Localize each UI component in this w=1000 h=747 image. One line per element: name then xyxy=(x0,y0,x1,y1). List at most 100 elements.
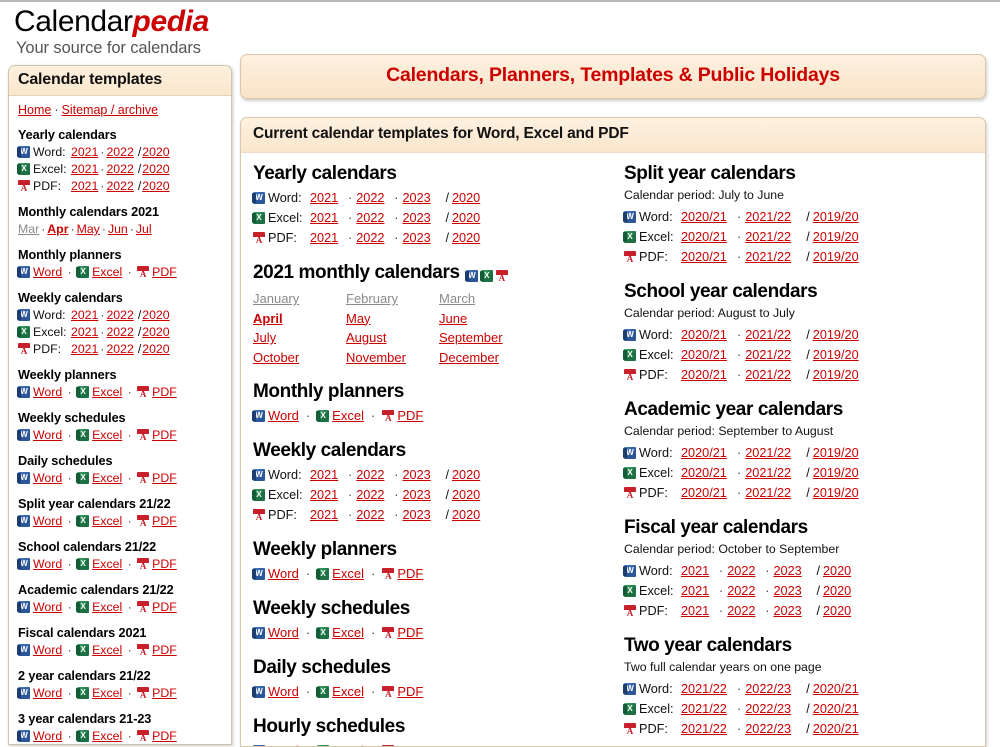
year-link[interactable]: 2021/22 xyxy=(745,345,797,365)
year-link[interactable]: 2023 xyxy=(773,581,807,601)
year-link[interactable]: 2021 xyxy=(681,581,715,601)
year-link[interactable]: 2021 xyxy=(71,145,98,159)
format-link-pdf[interactable]: PDF xyxy=(397,566,423,581)
year-link[interactable]: 2022 xyxy=(106,145,133,159)
year-link[interactable]: 2020/21 xyxy=(681,443,733,463)
year-link[interactable]: 2021/22 xyxy=(745,325,797,345)
year-link[interactable]: 2021/22 xyxy=(745,483,797,503)
year-link[interactable]: 2021 xyxy=(71,325,98,339)
year-link[interactable]: 2021 xyxy=(310,505,344,525)
year-link[interactable]: 2023 xyxy=(402,208,436,228)
month-link[interactable]: May xyxy=(77,222,100,236)
format-link-excel[interactable]: Excel xyxy=(92,428,122,442)
nav-link-home[interactable]: Home xyxy=(18,103,51,117)
year-link-alt[interactable]: 2020 xyxy=(452,468,480,482)
year-link[interactable]: 2022 xyxy=(106,325,133,339)
month-link[interactable]: January xyxy=(253,291,299,306)
format-link-pdf[interactable]: PDF xyxy=(152,557,177,571)
year-link[interactable]: 2021 xyxy=(71,308,98,322)
year-link[interactable]: 2021/22 xyxy=(745,247,797,267)
year-link-alt[interactable]: 2019/20 xyxy=(813,250,859,264)
year-link[interactable]: 2020/21 xyxy=(681,345,733,365)
month-link[interactable]: March xyxy=(439,291,475,306)
format-link-pdf[interactable]: PDF xyxy=(152,428,177,442)
year-link[interactable]: 2022/23 xyxy=(745,699,797,719)
year-link[interactable]: 2020/21 xyxy=(681,325,733,345)
format-link-pdf[interactable]: PDF xyxy=(152,643,177,657)
year-link[interactable]: 2022 xyxy=(727,601,761,621)
format-link-pdf[interactable]: PDF xyxy=(152,600,177,614)
year-link-alt[interactable]: 2020 xyxy=(823,564,851,578)
format-link-word[interactable]: Word xyxy=(268,684,299,699)
format-link-word[interactable]: Word xyxy=(268,743,299,746)
format-link-excel[interactable]: Excel xyxy=(332,625,364,640)
year-link-alt[interactable]: 2019/20 xyxy=(813,210,859,224)
format-link-word[interactable]: Word xyxy=(33,729,62,743)
year-link[interactable]: 2020/21 xyxy=(681,365,733,385)
format-link-pdf[interactable]: PDF xyxy=(152,514,177,528)
format-link-pdf[interactable]: PDF xyxy=(152,686,177,700)
year-link[interactable]: 2021 xyxy=(310,208,344,228)
year-link[interactable]: 2021/22 xyxy=(745,365,797,385)
format-link-pdf[interactable]: PDF xyxy=(152,471,177,485)
year-link[interactable]: 2023 xyxy=(773,561,807,581)
format-link-pdf[interactable]: PDF xyxy=(397,684,423,699)
year-link[interactable]: 2021/22 xyxy=(681,699,733,719)
year-link-alt[interactable]: 2019/20 xyxy=(813,230,859,244)
year-link-alt[interactable]: 2019/20 xyxy=(813,466,859,480)
year-link[interactable]: 2021/22 xyxy=(745,207,797,227)
year-link[interactable]: 2023 xyxy=(402,485,436,505)
format-link-pdf[interactable]: PDF xyxy=(152,729,177,743)
year-link[interactable]: 2021/22 xyxy=(681,719,733,739)
month-link[interactable]: Jul xyxy=(136,222,152,236)
year-link[interactable]: 2021 xyxy=(71,162,98,176)
month-link[interactable]: February xyxy=(346,291,398,306)
format-link-pdf[interactable]: PDF xyxy=(397,625,423,640)
format-link-excel[interactable]: Excel xyxy=(92,686,122,700)
format-link-word[interactable]: Word xyxy=(33,385,62,399)
format-link-word[interactable]: Word xyxy=(33,557,62,571)
year-link[interactable]: 2022 xyxy=(356,228,390,248)
year-link-alt[interactable]: 2019/20 xyxy=(813,368,859,382)
year-link-alt[interactable]: 2020 xyxy=(823,584,851,598)
year-link[interactable]: 2022 xyxy=(727,561,761,581)
year-link-alt[interactable]: 2019/20 xyxy=(813,446,859,460)
year-link-alt[interactable]: 2020 xyxy=(142,162,169,176)
year-link[interactable]: 2022 xyxy=(106,162,133,176)
month-link[interactable]: October xyxy=(253,350,299,365)
format-link-word[interactable]: Word xyxy=(33,643,62,657)
month-link[interactable]: Apr xyxy=(47,222,68,236)
year-link-alt[interactable]: 2020 xyxy=(142,342,169,356)
format-link-excel[interactable]: Excel xyxy=(92,729,122,743)
year-link[interactable]: 2021 xyxy=(310,228,344,248)
year-link[interactable]: 2022 xyxy=(727,581,761,601)
format-link-word[interactable]: Word xyxy=(33,265,62,279)
year-link-alt[interactable]: 2019/20 xyxy=(813,348,859,362)
year-link[interactable]: 2022 xyxy=(106,308,133,322)
year-link[interactable]: 2022 xyxy=(106,179,133,193)
month-link[interactable]: Mar xyxy=(18,222,39,236)
format-link-word[interactable]: Word xyxy=(268,625,299,640)
format-link-pdf[interactable]: PDF xyxy=(397,743,423,746)
month-link[interactable]: September xyxy=(439,330,503,345)
format-link-word[interactable]: Word xyxy=(33,471,62,485)
format-link-word[interactable]: Word xyxy=(33,514,62,528)
format-link-excel[interactable]: Excel xyxy=(92,265,122,279)
year-link[interactable]: 2021/22 xyxy=(745,227,797,247)
year-link-alt[interactable]: 2020 xyxy=(452,231,480,245)
year-link[interactable]: 2023 xyxy=(402,505,436,525)
month-link[interactable]: November xyxy=(346,350,406,365)
year-link[interactable]: 2023 xyxy=(773,601,807,621)
format-link-pdf[interactable]: PDF xyxy=(152,265,177,279)
format-link-excel[interactable]: Excel xyxy=(92,557,122,571)
year-link[interactable]: 2021/22 xyxy=(745,463,797,483)
year-link[interactable]: 2021 xyxy=(310,485,344,505)
format-link-pdf[interactable]: PDF xyxy=(397,408,423,423)
year-link[interactable]: 2022 xyxy=(106,342,133,356)
format-link-excel[interactable]: Excel xyxy=(92,600,122,614)
month-link[interactable]: May xyxy=(346,311,371,326)
year-link-alt[interactable]: 2020 xyxy=(452,211,480,225)
format-link-excel[interactable]: Excel xyxy=(332,566,364,581)
format-link-pdf[interactable]: PDF xyxy=(152,385,177,399)
year-link[interactable]: 2022 xyxy=(356,208,390,228)
